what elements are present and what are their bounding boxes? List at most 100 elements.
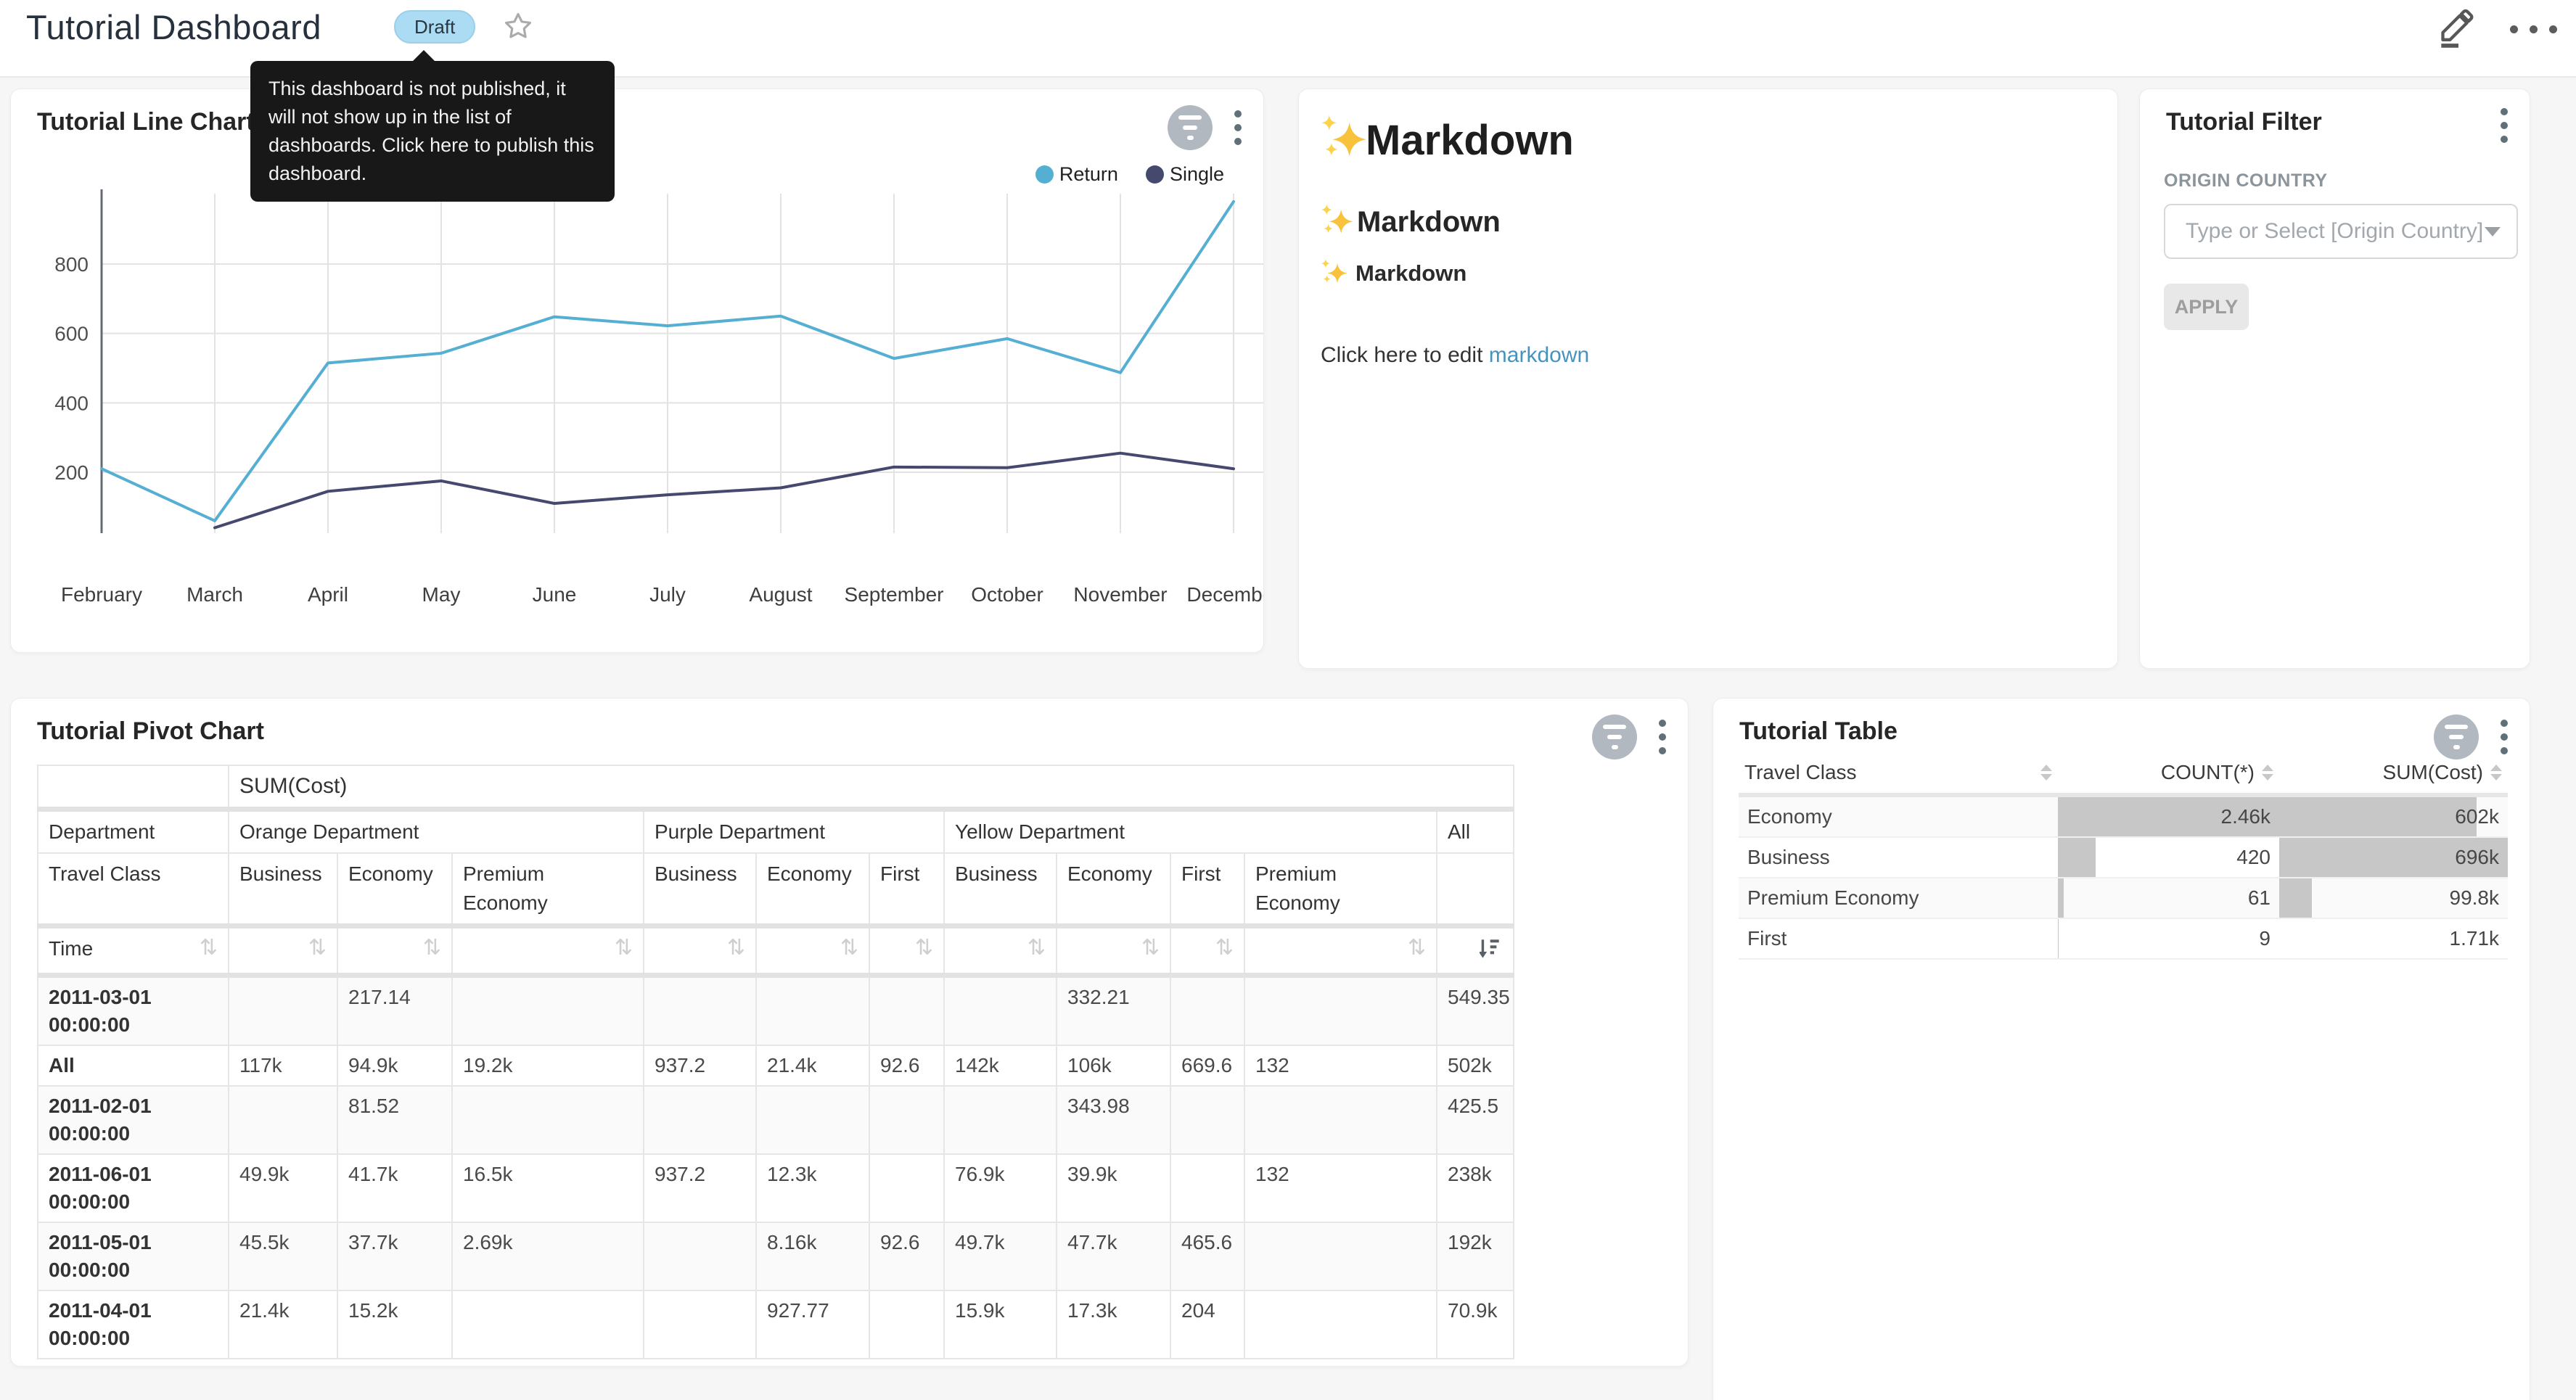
pivot-travel-class-header[interactable]: Business [944,853,1057,926]
favorite-star-icon[interactable] [501,9,536,44]
pivot-travel-class-header[interactable]: Business [644,853,756,926]
pivot-travel-class-header[interactable]: First [869,853,944,926]
markdown-card[interactable]: Markdown Markdown Markdown Cl [1298,88,2118,669]
x-axis-tick-label: May [422,583,461,606]
pivot-metric-header: SUM(Cost) [229,765,1514,810]
data-table-title: Tutorial Table [1739,717,1898,746]
pivot-travel-class-header[interactable]: Economy [337,853,452,926]
sort-toggle-icon[interactable]: ⇅ [915,934,933,962]
pivot-travel-class-header[interactable]: Economy [1057,853,1170,926]
line-chart-title: Tutorial Line Chart [37,108,255,136]
pivot-travel-class-header[interactable]: Premium Economy [452,853,644,926]
sort-toggle-icon[interactable]: ⇅ [1215,934,1234,962]
y-axis-tick-label: 200 [54,461,89,484]
filter-card: Tutorial Filter ORIGIN COUNTRY APPLY [2139,88,2530,669]
pivot-cell [869,1086,944,1154]
sort-toggle-icon[interactable]: ⇅ [308,934,327,962]
pivot-cell: 217.14 [337,976,452,1046]
pivot-row-header: 2011-02-01 00:00:00 [38,1086,229,1154]
sort-toggle-icon[interactable]: ⇅ [1141,934,1160,962]
pivot-cell [869,1154,944,1222]
sort-toggle-icon[interactable]: ⇅ [1408,934,1426,962]
table-menu-kebab-icon[interactable] [2498,717,2511,757]
pivot-cell [1170,1154,1244,1222]
pivot-cell [869,1290,944,1359]
origin-country-select[interactable] [2164,204,2518,259]
origin-country-input[interactable] [2184,218,2485,244]
column-header-travel-class[interactable]: Travel Class [1739,752,2058,795]
cell-travel-class: Business [1739,837,2058,878]
column-header-count[interactable]: COUNT(*) [2058,752,2279,795]
pivot-row: 2011-05-01 00:00:0045.5k37.7k2.69k8.16k9… [38,1222,1514,1290]
applied-filters-funnel-icon[interactable] [1168,105,1213,150]
pivot-department-group[interactable]: Yellow Department [944,810,1437,854]
legend-item-single[interactable]: Single [1146,163,1224,186]
sort-toggle-icon[interactable]: ⇅ [840,934,858,962]
pivot-cell: 15.9k [944,1290,1057,1359]
pivot-metric-row: SUM(Cost) [38,765,1514,810]
legend-item-return[interactable]: Return [1035,163,1118,186]
origin-country-label: ORIGIN COUNTRY [2164,170,2328,192]
pivot-cell [452,976,644,1046]
pivot-travel-class-header[interactable]: Premium Economy [1244,853,1437,926]
cell-sum: 602k [2279,795,2508,837]
pivot-travel-class-header[interactable]: Business [229,853,337,926]
column-header-label: Travel Class [1744,761,1857,784]
sort-carets-icon[interactable] [2490,765,2502,781]
edit-pencil-icon[interactable] [2436,7,2477,52]
pivot-cell: 117k [229,1045,337,1086]
x-axis-tick-label: March [186,583,243,606]
sort-carets-icon[interactable] [2040,765,2052,781]
pivot-travel-class-header[interactable]: Economy [756,853,869,926]
x-axis-tick-label: December [1186,583,1264,606]
y-axis-tick-label: 800 [54,253,89,276]
sort-toggle-icon[interactable]: ⇅ [423,934,441,962]
pivot-department-group[interactable]: Purple Department [644,810,944,854]
pivot-row: 2011-06-01 00:00:0049.9k41.7k16.5k937.21… [38,1154,1514,1222]
pivot-cell: 37.7k [337,1222,452,1290]
sort-carets-icon[interactable] [2262,765,2273,781]
sort-descending-active-icon[interactable] [1480,936,1503,967]
apply-button[interactable]: APPLY [2164,284,2249,330]
pivot-cell [1244,1086,1437,1154]
status-badge[interactable]: Draft [394,10,475,44]
pivot-department-group[interactable]: All [1437,810,1514,854]
pivot-cell [756,976,869,1046]
sort-toggle-icon[interactable]: ⇅ [615,934,633,962]
applied-filters-funnel-icon[interactable] [1592,715,1637,759]
chart-menu-kebab-icon[interactable] [1231,107,1244,148]
pivot-cell: 17.3k [1057,1290,1170,1359]
y-axis-tick-label: 400 [54,392,89,414]
pivot-cell [756,1086,869,1154]
markdown-h3: Markdown [1321,258,1467,289]
pivot-cell: 549.35 [1437,976,1514,1046]
sort-toggle-icon[interactable]: ⇅ [1027,934,1046,962]
markdown-edit-link[interactable]: markdown [1489,343,1589,367]
pivot-cell [1170,976,1244,1046]
sort-toggle-icon[interactable]: ⇅ [727,934,745,962]
pivot-menu-kebab-icon[interactable] [1656,717,1669,757]
table-row: Premium Economy6199.8k [1739,878,2508,918]
pivot-cell: 92.6 [869,1222,944,1290]
sort-toggle-icon[interactable]: ⇅ [200,934,218,962]
pivot-sort-cell: ⇅ [229,926,337,976]
pivot-department-group[interactable]: Orange Department [229,810,644,854]
pivot-cell: 132 [1244,1045,1437,1086]
cell-value: 696k [2455,846,2499,868]
pivot-table: SUM(Cost)DepartmentOrange DepartmentPurp… [37,765,1514,1359]
pivot-sort-cell [1437,926,1514,976]
pivot-cell: 19.2k [452,1045,644,1086]
pivot-travel-class-header[interactable]: First [1170,853,1244,926]
markdown-paragraph-text: Click here to edit [1321,343,1489,367]
cell-count: 420 [2058,837,2279,878]
cell-count: 9 [2058,918,2279,959]
series-line-single [215,453,1234,528]
legend-swatch-icon [1146,165,1164,184]
more-options-ellipsis-icon[interactable] [2510,25,2557,33]
data-table: Travel ClassCOUNT(*)SUM(Cost)Economy2.46… [1739,752,2508,960]
pivot-travel-class-header[interactable] [1437,853,1514,926]
pivot-cell: 45.5k [229,1222,337,1290]
filter-menu-kebab-icon[interactable] [2498,105,2511,146]
pivot-corner-cell [38,765,229,810]
applied-filters-funnel-icon[interactable] [2434,715,2479,759]
